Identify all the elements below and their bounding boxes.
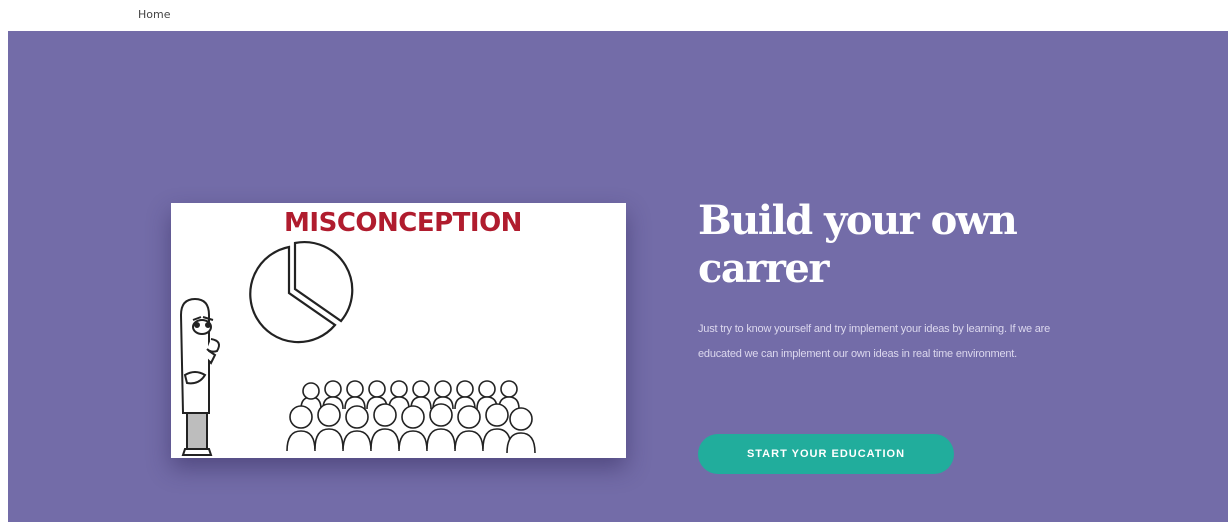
hero-title: Build your own carrer	[698, 197, 1118, 293]
hero-section: MISCONCEPTION Build your own carrer Just…	[8, 31, 1228, 522]
hero-title-line-1: Build your own	[698, 197, 1018, 244]
hero-title-line-2: carrer	[698, 245, 829, 292]
top-navigation-bar: Home	[0, 0, 1228, 31]
misconception-illustration: MISCONCEPTION	[179, 208, 536, 456]
video-thumbnail-card[interactable]: MISCONCEPTION	[171, 203, 626, 458]
nav-link-home[interactable]: Home	[138, 8, 170, 21]
illustration-heading: MISCONCEPTION	[284, 208, 522, 238]
audience-crowd-icon	[286, 380, 536, 454]
pie-chart-icon	[249, 241, 354, 344]
presenter-figure-icon	[179, 297, 220, 456]
hero-description: Just try to know yourself and try implem…	[698, 323, 1051, 360]
start-education-button[interactable]: START YOUR EDUCATION	[698, 434, 954, 474]
